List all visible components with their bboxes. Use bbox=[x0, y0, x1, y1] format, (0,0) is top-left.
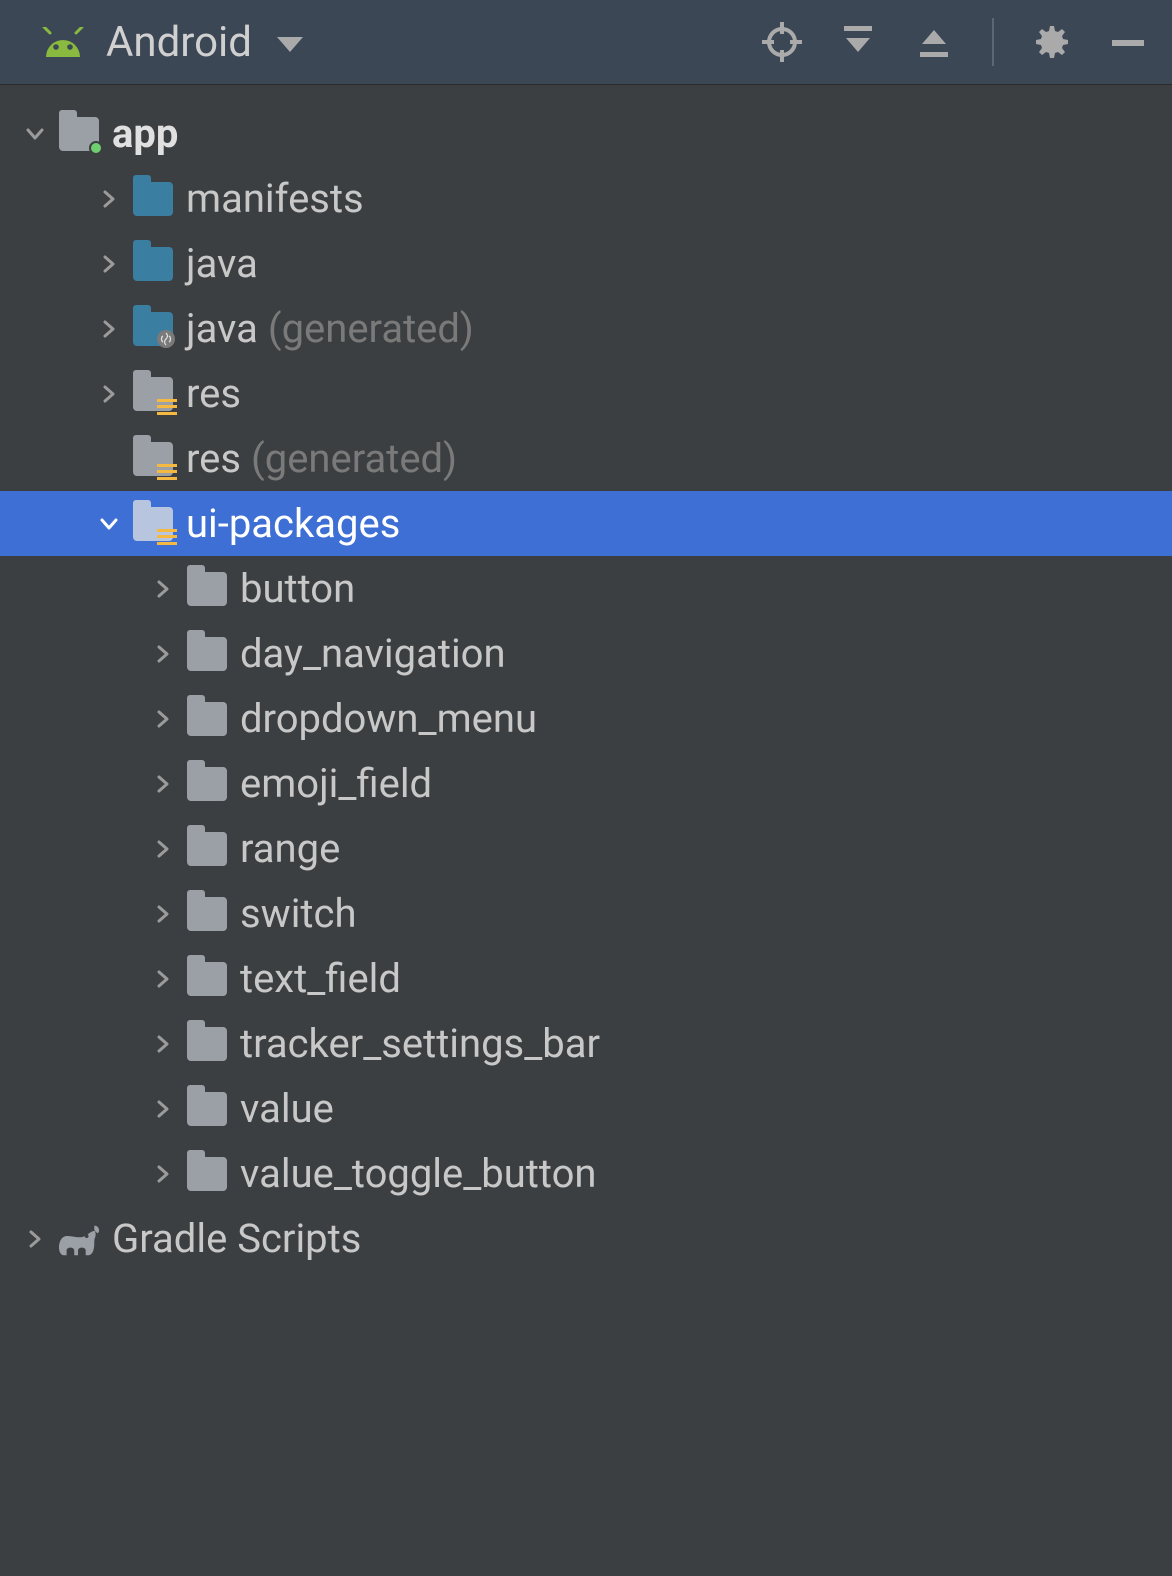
chevron-right-icon bbox=[150, 576, 176, 602]
tree-node-ui-packages[interactable]: ui-packages bbox=[0, 491, 1172, 556]
tree-node-value-toggle-button[interactable]: value_toggle_button bbox=[0, 1141, 1172, 1206]
tree-node-button[interactable]: button bbox=[0, 556, 1172, 621]
gear-icon[interactable] bbox=[1028, 18, 1076, 66]
resource-folder-icon bbox=[132, 373, 174, 415]
chevron-right-icon bbox=[150, 1161, 176, 1187]
chevron-right-icon bbox=[96, 381, 122, 407]
chevron-down-icon bbox=[96, 511, 122, 537]
chevron-right-icon bbox=[150, 836, 176, 862]
folder-icon bbox=[132, 243, 174, 285]
tree-label: ui-packages bbox=[186, 500, 400, 547]
folder-icon bbox=[132, 178, 174, 220]
panel-header: Android bbox=[0, 0, 1172, 85]
tree-node-day-navigation[interactable]: day_navigation bbox=[0, 621, 1172, 686]
chevron-down-icon bbox=[22, 121, 48, 147]
view-label: Android bbox=[101, 18, 262, 67]
tree-label: value bbox=[240, 1085, 334, 1132]
tree-label: Gradle Scripts bbox=[112, 1215, 361, 1262]
folder-icon bbox=[186, 1153, 228, 1195]
hide-icon[interactable] bbox=[1104, 18, 1152, 66]
generated-folder-icon bbox=[132, 308, 174, 350]
resource-folder-icon bbox=[132, 438, 174, 480]
tree-label: switch bbox=[240, 890, 356, 937]
tree-suffix: (generated) bbox=[258, 305, 474, 352]
folder-icon bbox=[186, 1023, 228, 1065]
tree-label: tracker_settings_bar bbox=[240, 1020, 600, 1067]
chevron-right-icon bbox=[150, 706, 176, 732]
chevron-right-icon bbox=[96, 251, 122, 277]
chevron-right-icon bbox=[150, 901, 176, 927]
tree-label: app bbox=[112, 110, 178, 157]
folder-icon bbox=[186, 958, 228, 1000]
folder-icon bbox=[186, 568, 228, 610]
tree-node-emoji-field[interactable]: emoji_field bbox=[0, 751, 1172, 816]
gradle-icon bbox=[58, 1218, 100, 1260]
chevron-right-icon bbox=[150, 1096, 176, 1122]
tree-node-manifests[interactable]: manifests bbox=[0, 166, 1172, 231]
tree-label: res bbox=[186, 370, 241, 417]
tree-label: text_field bbox=[240, 955, 401, 1002]
view-selector[interactable]: Android bbox=[40, 18, 303, 67]
chevron-down-icon bbox=[277, 37, 303, 52]
chevron-right-icon bbox=[96, 316, 122, 342]
tree-node-tracker-settings-bar[interactable]: tracker_settings_bar bbox=[0, 1011, 1172, 1076]
tree-node-java[interactable]: java bbox=[0, 231, 1172, 296]
chevron-right-icon bbox=[22, 1226, 48, 1252]
tree-label: value_toggle_button bbox=[240, 1150, 596, 1197]
tree-label: button bbox=[240, 565, 355, 612]
tree-label: res bbox=[186, 435, 241, 482]
tree-node-res-generated[interactable]: res (generated) bbox=[0, 426, 1172, 491]
header-actions bbox=[758, 18, 1152, 66]
tree-label: manifests bbox=[186, 175, 364, 222]
android-icon bbox=[40, 27, 86, 57]
folder-icon bbox=[186, 893, 228, 935]
expand-all-icon[interactable] bbox=[834, 18, 882, 66]
module-folder-icon bbox=[58, 113, 100, 155]
tree-node-res[interactable]: res bbox=[0, 361, 1172, 426]
folder-icon bbox=[186, 763, 228, 805]
project-tree: app manifests java java (generated) bbox=[0, 85, 1172, 1271]
chevron-right-icon bbox=[150, 1031, 176, 1057]
tree-node-switch[interactable]: switch bbox=[0, 881, 1172, 946]
chevron-right-icon bbox=[150, 641, 176, 667]
resource-folder-icon bbox=[132, 503, 174, 545]
tree-node-app[interactable]: app bbox=[0, 101, 1172, 166]
chevron-right-icon bbox=[150, 966, 176, 992]
folder-icon bbox=[186, 633, 228, 675]
tree-label: dropdown_menu bbox=[240, 695, 537, 742]
folder-icon bbox=[186, 1088, 228, 1130]
collapse-all-icon[interactable] bbox=[910, 18, 958, 66]
tree-node-java-generated[interactable]: java (generated) bbox=[0, 296, 1172, 361]
tree-label: java bbox=[186, 240, 258, 287]
tree-label: emoji_field bbox=[240, 760, 432, 807]
chevron-right-icon bbox=[96, 186, 122, 212]
tree-label: range bbox=[240, 825, 340, 872]
tree-node-range[interactable]: range bbox=[0, 816, 1172, 881]
folder-icon bbox=[186, 828, 228, 870]
tree-label: day_navigation bbox=[240, 630, 506, 677]
tree-node-value[interactable]: value bbox=[0, 1076, 1172, 1141]
folder-icon bbox=[186, 698, 228, 740]
divider bbox=[992, 18, 994, 66]
target-icon[interactable] bbox=[758, 18, 806, 66]
tree-node-text-field[interactable]: text_field bbox=[0, 946, 1172, 1011]
tree-label: java bbox=[186, 305, 258, 352]
tree-suffix: (generated) bbox=[241, 435, 457, 482]
tree-node-dropdown-menu[interactable]: dropdown_menu bbox=[0, 686, 1172, 751]
tree-node-gradle-scripts[interactable]: Gradle Scripts bbox=[0, 1206, 1172, 1271]
chevron-right-icon bbox=[150, 771, 176, 797]
